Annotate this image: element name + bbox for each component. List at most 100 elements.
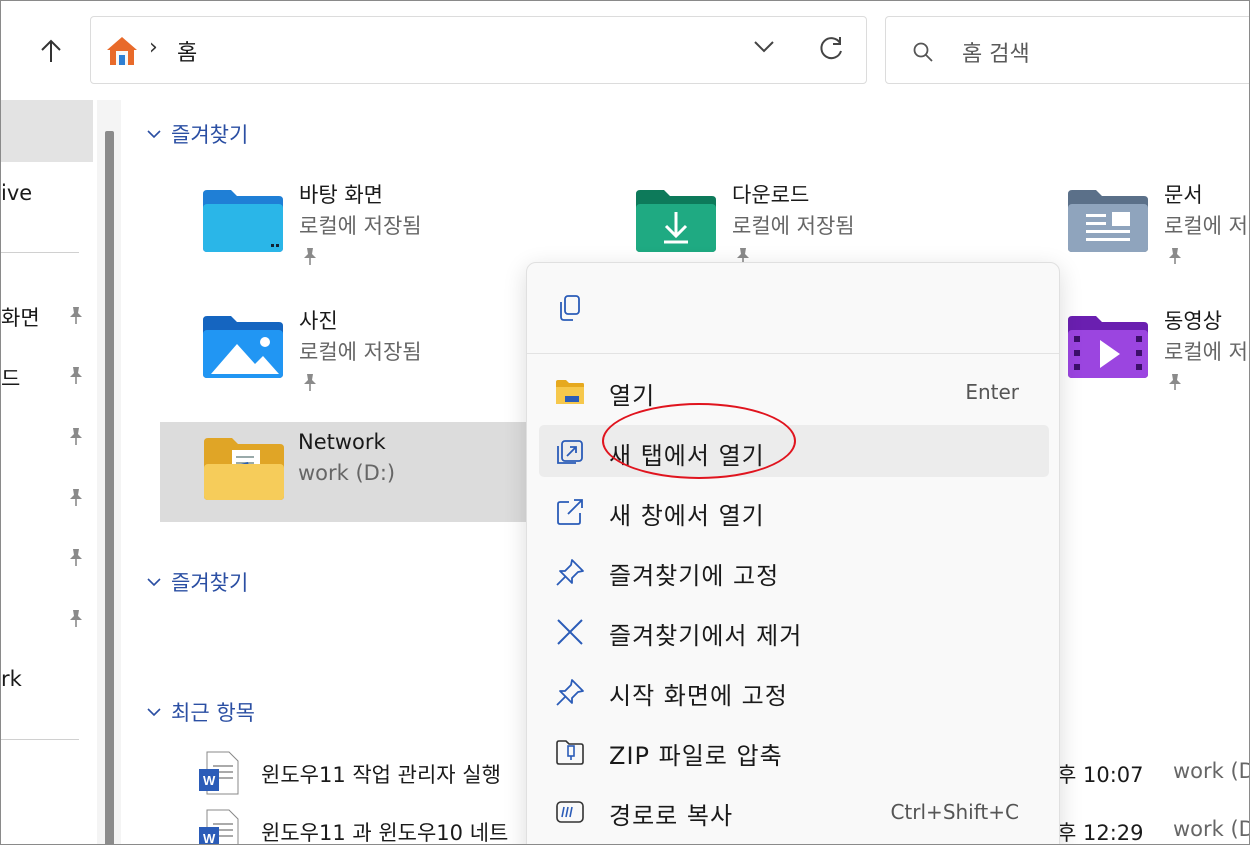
file-explorer-window: › 홈 홈 검색 ive 화면 드 rk 즐겨찾기 바탕 화면 로컬에 저장됨 xyxy=(0,0,1250,845)
menu-item-label: 즐겨찾기에 고정 xyxy=(609,562,780,590)
recent-item-time: 후 10:07 xyxy=(1057,763,1144,787)
tile-subtitle: 로컬에 저장됨 xyxy=(299,340,422,364)
search-placeholder: 홈 검색 xyxy=(962,42,1030,67)
menu-item-open[interactable]: 열기 Enter xyxy=(539,365,1049,417)
menu-item-open-new-window[interactable]: 새 창에서 열기 xyxy=(539,485,1049,537)
search-box[interactable]: 홈 검색 xyxy=(885,16,1249,84)
documents-folder-icon xyxy=(1068,190,1148,252)
tile-name: 동영상 xyxy=(1164,310,1222,333)
recent-item-location: work (D xyxy=(1173,817,1250,841)
menu-item-label: 열기 xyxy=(609,382,656,410)
chevron-down-icon xyxy=(147,708,161,717)
breadcrumb-separator: › xyxy=(149,35,158,60)
refresh-icon[interactable] xyxy=(817,35,845,63)
menu-item-zip[interactable]: ZIP 파일로 압축 xyxy=(539,725,1049,777)
context-menu: 열기 Enter 새 탭에서 열기 새 창에서 열기 즐겨찾기에 고정 즐겨찾기… xyxy=(526,262,1060,844)
menu-item-pin-start[interactable]: 시작 화면에 고정 xyxy=(539,665,1049,717)
recent-item-time: 후 12:29 xyxy=(1057,821,1144,845)
menu-item-label: ZIP 파일로 압축 xyxy=(609,742,783,770)
folder-tile-desktop[interactable]: 바탕 화면 로컬에 저장됨 xyxy=(201,183,501,265)
pin-icon xyxy=(70,610,82,627)
recent-item-name: 윈도우11 과 윈도우10 네트 xyxy=(261,821,509,845)
open-folder-icon xyxy=(556,380,584,404)
up-button[interactable] xyxy=(31,29,71,73)
tile-name: 바탕 화면 xyxy=(299,183,383,207)
open-new-tab-icon xyxy=(557,440,583,464)
network-folder-icon xyxy=(204,438,284,500)
sidebar-selected-item[interactable] xyxy=(1,100,93,162)
word-document-icon: W xyxy=(199,751,239,795)
section-header-favorites[interactable]: 즐겨찾기 xyxy=(147,119,248,149)
svg-text:W: W xyxy=(203,773,216,788)
pin-icon xyxy=(1169,248,1181,264)
tile-name: 사진 xyxy=(299,309,338,333)
home-icon xyxy=(107,37,137,65)
tile-subtitle: 로컬에 저 xyxy=(1164,340,1248,364)
word-document-icon: W xyxy=(199,809,239,845)
close-icon xyxy=(557,619,583,645)
pin-icon xyxy=(556,679,584,706)
pin-icon xyxy=(70,549,82,566)
chevron-down-icon xyxy=(147,578,161,587)
tile-name: 다운로드 xyxy=(732,183,810,207)
menu-item-pin-favorites[interactable]: 즐겨찾기에 고정 xyxy=(539,545,1049,597)
menu-item-shortcut: Ctrl+Shift+C xyxy=(890,800,1019,824)
tile-name: Network xyxy=(298,430,386,454)
download-folder-icon xyxy=(636,190,716,252)
open-new-window-icon xyxy=(557,499,583,525)
folder-tile-pictures[interactable]: 사진 로컬에 저장됨 xyxy=(201,309,501,391)
search-icon xyxy=(913,42,933,62)
pin-icon xyxy=(1169,374,1181,390)
sidebar-divider xyxy=(1,739,79,740)
tile-subtitle: work (D:) xyxy=(298,461,396,485)
folder-tile-downloads[interactable]: 다운로드 로컬에 저장됨 xyxy=(634,183,934,265)
menu-item-remove-favorites[interactable]: 즐겨찾기에서 제거 xyxy=(539,605,1049,657)
chevron-down-icon xyxy=(147,130,161,139)
sidebar-item-downloads[interactable]: 드 xyxy=(1,363,20,393)
sidebar-item-network[interactable]: rk xyxy=(1,667,22,691)
section-title: 최근 항목 xyxy=(171,701,255,725)
copy-path-icon xyxy=(556,801,584,823)
menu-item-shortcut: Enter xyxy=(965,380,1019,404)
tile-subtitle: 로컬에 저 xyxy=(1164,214,1248,238)
pin-icon xyxy=(70,367,82,384)
svg-text:W: W xyxy=(203,831,216,845)
pin-icon xyxy=(70,489,82,506)
recent-item-name: 윈도우11 작업 관리자 실행 xyxy=(261,763,501,787)
folder-tile-documents[interactable]: 문서 로컬에 저 xyxy=(1066,184,1249,264)
address-bar[interactable]: › 홈 xyxy=(90,16,867,84)
section-title: 즐겨찾기 xyxy=(171,571,249,595)
menu-item-copy-path[interactable]: 경로로 복사 Ctrl+Shift+C xyxy=(539,785,1049,837)
sidebar-scrollbar-thumb[interactable] xyxy=(105,131,114,844)
menu-item-label: 새 창에서 열기 xyxy=(609,502,765,530)
folder-tile-network[interactable]: Network work (D:) xyxy=(160,422,540,522)
context-menu-quick-actions xyxy=(527,263,1059,354)
pin-icon xyxy=(304,248,316,265)
arrow-up-icon xyxy=(41,39,61,62)
pin-icon xyxy=(304,374,316,391)
menu-item-label: 시작 화면에 고정 xyxy=(609,682,788,710)
tile-subtitle: 로컬에 저장됨 xyxy=(299,214,422,238)
menu-item-label: 경로로 복사 xyxy=(609,802,734,830)
highlight-annotation xyxy=(602,403,796,479)
pin-icon xyxy=(70,307,82,324)
section-title: 즐겨찾기 xyxy=(171,123,249,147)
zip-icon xyxy=(556,740,584,765)
sidebar-divider xyxy=(1,252,79,253)
pictures-folder-icon xyxy=(203,316,283,378)
menu-item-label: 즐겨찾기에서 제거 xyxy=(609,622,803,650)
folder-tile-videos[interactable]: 동영상 로컬에 저 xyxy=(1066,310,1249,390)
chevron-down-icon[interactable] xyxy=(753,39,775,55)
sidebar-item-desktop[interactable]: 화면 xyxy=(1,302,40,332)
videos-folder-icon xyxy=(1068,316,1148,378)
section-header-favorites-2[interactable]: 즐겨찾기 xyxy=(147,567,248,597)
section-header-recent[interactable]: 최근 항목 xyxy=(147,697,255,727)
tile-subtitle: 로컬에 저장됨 xyxy=(732,214,855,238)
desktop-folder-icon xyxy=(203,190,283,252)
recent-item-location: work (D xyxy=(1173,759,1250,783)
breadcrumb-location[interactable]: 홈 xyxy=(177,35,197,67)
sidebar-item-onedrive[interactable]: ive xyxy=(1,181,32,205)
pin-icon xyxy=(70,428,82,445)
tile-name: 문서 xyxy=(1164,184,1203,207)
copy-icon[interactable] xyxy=(555,293,585,323)
